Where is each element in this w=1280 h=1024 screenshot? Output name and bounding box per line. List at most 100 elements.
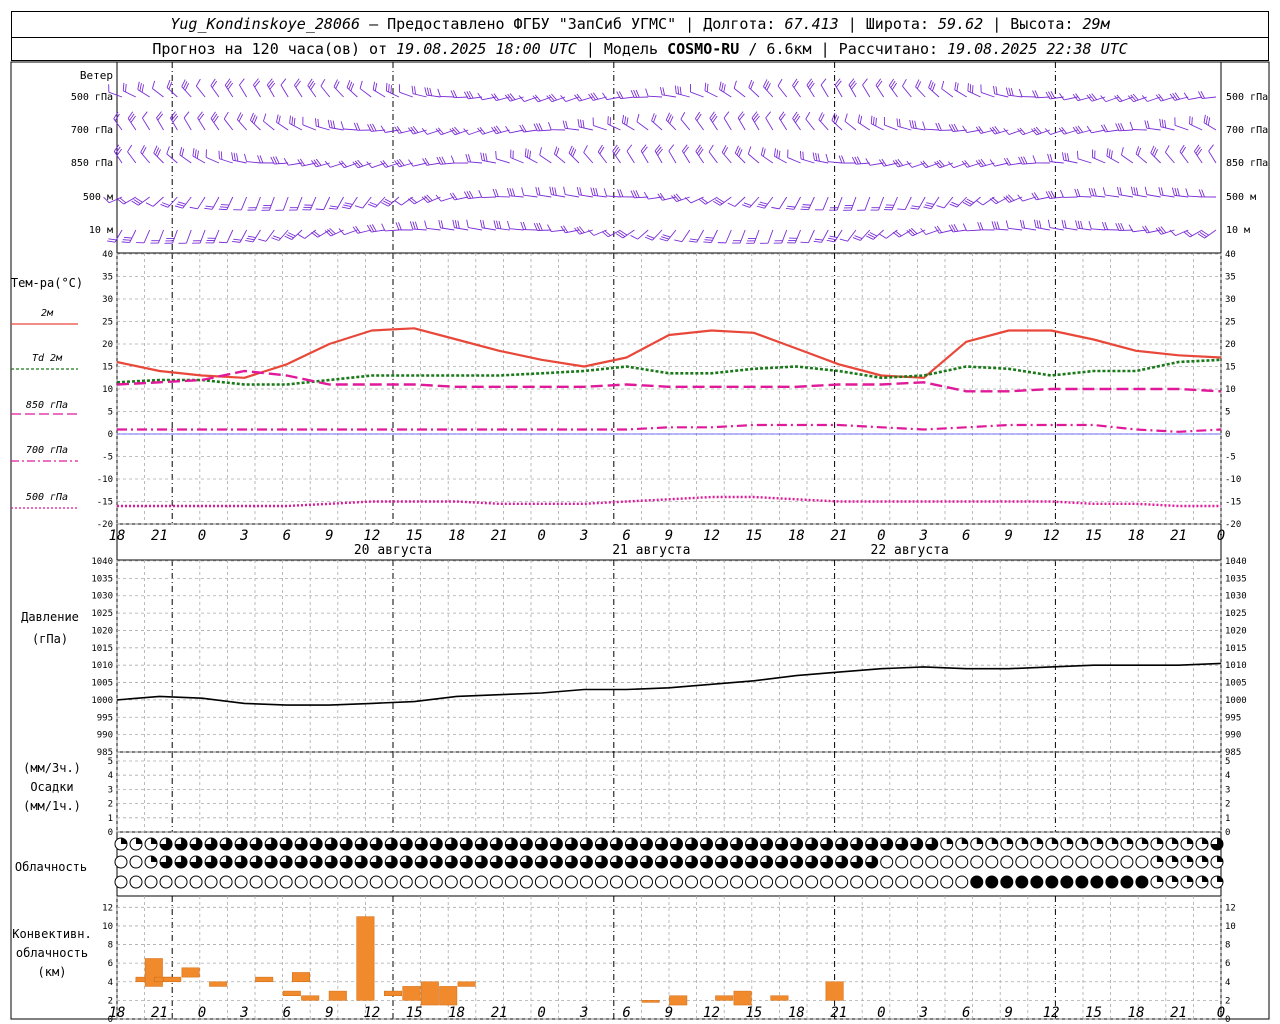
precip-ytick-right: 4 — [1225, 771, 1230, 781]
cloud-symbol — [519, 875, 533, 889]
precip-ytick-left: 3 — [108, 785, 113, 795]
wind-barb-flag — [395, 222, 400, 231]
wind-barb-flag — [565, 120, 569, 129]
wind-barb — [407, 196, 427, 205]
wind-barb-flag — [1086, 125, 1092, 134]
cloud-symbol — [564, 837, 578, 851]
wind-barb-flag — [967, 83, 969, 92]
convective-ytick-right: 10 — [1225, 922, 1236, 932]
wind-barb-staff — [265, 229, 275, 242]
wind-barb-flag — [283, 158, 289, 166]
wind-barb-staff — [1091, 228, 1106, 231]
wind-barb-flag — [805, 111, 811, 120]
wind-barb-flag — [653, 114, 657, 123]
cloud-symbol — [760, 875, 774, 889]
convective-bar — [770, 995, 789, 1001]
wind-barb-flag — [535, 186, 538, 195]
wind-barb-flag — [493, 220, 497, 229]
wind-barb-flag — [820, 78, 827, 86]
wind-barb — [524, 148, 538, 164]
wind-barb-flag — [979, 222, 984, 230]
wind-barb-flag — [457, 220, 460, 229]
wind-barb-flag — [554, 187, 557, 196]
wind-barb — [492, 188, 510, 198]
wind-barb-flag — [194, 149, 197, 158]
wind-barb-flag — [127, 144, 133, 152]
cloud-fill — [1141, 838, 1148, 844]
cloud-circle — [174, 875, 188, 889]
wind-barb — [127, 144, 137, 164]
wind-barb — [245, 229, 261, 243]
cloud-symbol — [865, 875, 879, 889]
wind-barb-flag — [507, 220, 511, 229]
cloud-circle — [489, 875, 503, 889]
wind-barb-flag — [168, 81, 173, 90]
pressure-ytick-right: 1025 — [1225, 609, 1247, 619]
cloud-symbol — [234, 855, 248, 869]
cloud-fill — [1066, 838, 1073, 844]
pressure-unit: (гПа) — [32, 632, 68, 646]
wind-barb-flag — [1106, 148, 1109, 157]
wind-barb-flag — [1133, 187, 1136, 196]
wind-barb — [372, 81, 386, 98]
cloud-symbol — [850, 855, 864, 869]
wind-barb-flag — [271, 237, 280, 241]
wind-barb-flag — [412, 221, 416, 230]
wind-barb-flag — [1005, 87, 1009, 96]
wind-barb — [1005, 220, 1023, 231]
wind-barb-flag — [1158, 186, 1162, 195]
wind-barb-flag — [1102, 187, 1106, 196]
wind-barb-flag — [862, 78, 868, 86]
wind-barb — [236, 112, 247, 131]
cloud-fill — [1186, 876, 1193, 882]
wind-barb — [192, 148, 206, 164]
wind-barb-staff — [440, 95, 455, 98]
wind-barb — [698, 196, 718, 205]
wind-barb — [253, 78, 261, 98]
temp-ytick-right: 25 — [1225, 318, 1236, 328]
wind-barb — [1121, 147, 1134, 164]
wind-barb-flag — [272, 235, 281, 240]
wind-barb-staff — [183, 117, 192, 131]
wind-barb-flag — [776, 149, 779, 158]
wind-barb-flag — [706, 83, 709, 92]
wind-barb-flag — [674, 85, 677, 94]
wind-barb-flag — [233, 238, 242, 241]
xtick-0: 9 — [1004, 528, 1012, 544]
wind-level-right: 500 гПа — [1226, 92, 1268, 103]
cloud-circle — [1060, 875, 1074, 889]
wind-barb — [763, 79, 774, 98]
wind-barb-flag — [991, 221, 995, 230]
wind-barb — [142, 111, 151, 131]
cloud-symbol — [910, 875, 924, 889]
wind-barb-staff — [523, 194, 538, 198]
wind-barb-staff — [186, 229, 192, 244]
wind-barb — [1193, 144, 1203, 164]
wind-barb — [936, 196, 954, 209]
wind-barb-flag — [993, 85, 996, 94]
wind-barb-flag — [394, 200, 402, 206]
wind-barb-staff — [1146, 194, 1161, 198]
wind-barb — [902, 78, 912, 98]
wind-barb-staff — [142, 117, 151, 131]
wind-barb — [324, 228, 344, 237]
wind-barb — [856, 196, 871, 211]
wind-barb-flag — [192, 148, 195, 157]
temp-ytick-left: -5 — [102, 453, 113, 463]
cloud-symbol — [1165, 875, 1179, 889]
wind-barb-flag — [977, 222, 981, 230]
cloud-symbol — [399, 875, 413, 889]
wind-barb — [233, 196, 248, 211]
wind-barb-flag — [151, 80, 156, 89]
wind-barb-staff — [440, 196, 455, 202]
temp-ytick-left: 5 — [108, 408, 113, 418]
cloud-symbol — [955, 875, 969, 889]
xtick-1: 0 — [537, 1005, 545, 1021]
xtick-0: 0 — [198, 528, 206, 544]
cloud-fill — [1156, 856, 1163, 862]
wind-barb — [1174, 117, 1189, 131]
wind-barb-flag — [813, 240, 822, 243]
wind-barb — [1159, 118, 1175, 131]
wind-barb-staff — [636, 121, 649, 131]
cloud-circle — [1075, 855, 1089, 869]
